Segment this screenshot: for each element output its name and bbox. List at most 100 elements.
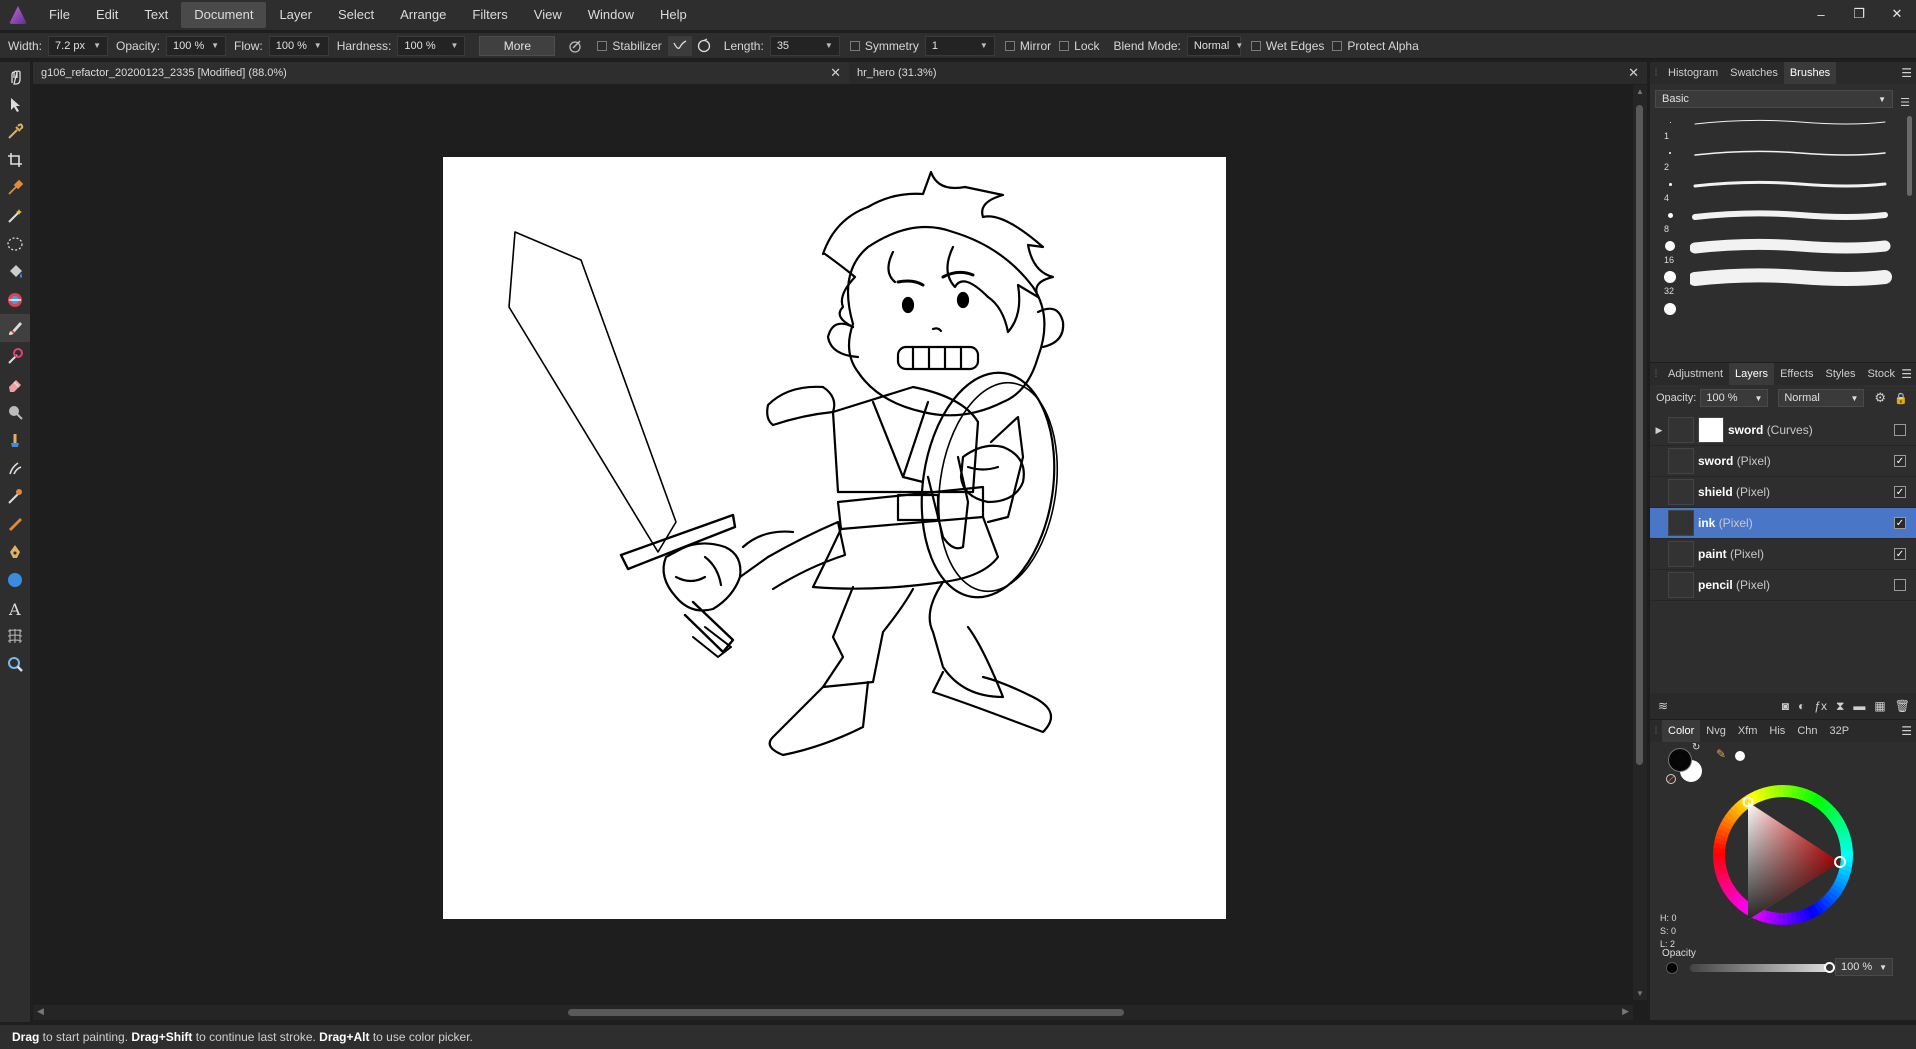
text-tool-button[interactable]: A: [0, 594, 30, 622]
layer-row[interactable]: ink (Pixel) ✓: [1650, 508, 1916, 539]
menu-file[interactable]: File: [36, 2, 83, 28]
scroll-up-icon[interactable]: ▲: [1636, 87, 1644, 96]
scroll-left-icon[interactable]: ◀: [37, 1006, 44, 1017]
tab-history[interactable]: His: [1763, 720, 1791, 742]
layer-blend-select[interactable]: Normal ▼: [1778, 389, 1865, 407]
tab-styles[interactable]: Styles: [1820, 363, 1862, 385]
adjustment-icon[interactable]: ◐: [1798, 699, 1805, 713]
color-picker-tool-button[interactable]: [0, 118, 30, 146]
rope-mode-icon[interactable]: [667, 35, 692, 56]
brush-preset[interactable]: 32: [1650, 268, 1900, 307]
brush-category-select[interactable]: Basic ▼: [1655, 90, 1893, 108]
lock-checkbox[interactable]: [1059, 40, 1070, 51]
panel-menu-icon[interactable]: ☰: [1901, 66, 1912, 80]
document-tab-inactive[interactable]: hr_hero (31.3%) ✕: [849, 62, 1647, 84]
menu-layer[interactable]: Layer: [266, 2, 325, 28]
fx-icon[interactable]: ƒx: [1814, 699, 1827, 713]
symmetry-checkbox[interactable]: [849, 40, 860, 51]
layer-visibility-checkbox[interactable]: [1894, 579, 1906, 591]
color-opacity-slider-knob[interactable]: [1824, 962, 1835, 973]
menu-help[interactable]: Help: [647, 2, 700, 28]
horizontal-scrollbar[interactable]: ◀ ▶: [33, 1005, 1633, 1020]
picked-color-swatch[interactable]: [1735, 751, 1745, 761]
length-field[interactable]: 35 ▼: [769, 35, 840, 56]
menu-arrange[interactable]: Arrange: [387, 2, 459, 28]
move-tool-button[interactable]: [0, 90, 30, 118]
brush-list-scroll-thumb[interactable]: [1907, 116, 1912, 196]
layer-visibility-checkbox[interactable]: ✓: [1894, 517, 1906, 529]
menu-document[interactable]: Document: [181, 2, 267, 28]
scroll-right-icon[interactable]: ▶: [1622, 1006, 1629, 1017]
menu-select[interactable]: Select: [325, 2, 387, 28]
menu-window[interactable]: Window: [575, 2, 647, 28]
magic-wand-tool-button[interactable]: [0, 202, 30, 230]
tab-transform[interactable]: Xfm: [1732, 720, 1764, 742]
layer-visibility-checkbox[interactable]: ✓: [1894, 455, 1906, 467]
mirror-checkbox[interactable]: [1004, 40, 1015, 51]
flow-field[interactable]: 100 % ▼: [268, 35, 329, 56]
lock-icon[interactable]: 🔒: [1894, 392, 1908, 405]
smudge-tool-button[interactable]: [0, 454, 30, 482]
layer-visibility-checkbox[interactable]: ✓: [1894, 548, 1906, 560]
delete-layer-icon[interactable]: 🗑: [1895, 699, 1910, 713]
close-tab-icon[interactable]: ✕: [830, 65, 841, 81]
tab-swatches[interactable]: Swatches: [1724, 62, 1784, 84]
tab-navigator[interactable]: Nvg: [1700, 720, 1732, 742]
brush-panel-menu-icon[interactable]: ☰: [1900, 96, 1910, 109]
width-field[interactable]: 7.2 px ▼: [48, 35, 109, 56]
color-opacity-slider[interactable]: [1690, 964, 1830, 972]
color-wheel[interactable]: [1708, 780, 1858, 930]
opacity-field[interactable]: 100 % ▼: [166, 35, 227, 56]
dodge-tool-button[interactable]: [0, 398, 30, 426]
swap-colors-icon[interactable]: ↻: [1692, 742, 1700, 753]
document-tab-active[interactable]: g106_refactor_20200123_2335 [Modified] (…: [33, 62, 849, 84]
erase-brush-tool-button[interactable]: [0, 370, 30, 398]
tab-brushes[interactable]: Brushes: [1783, 62, 1837, 84]
add-pixel-layer-icon[interactable]: ▦: [1874, 699, 1885, 713]
blend-mode-select[interactable]: Normal ▼: [1186, 35, 1243, 56]
layer-visibility-checkbox[interactable]: [1894, 424, 1906, 436]
crop-tool-button[interactable]: [0, 146, 30, 174]
panel-menu-icon[interactable]: ☰: [1901, 367, 1912, 381]
paint-brush-tool-button[interactable]: [0, 314, 30, 342]
scroll-down-icon[interactable]: ▼: [1636, 989, 1644, 998]
canvas-area[interactable]: [33, 85, 1633, 1000]
tab-histogram[interactable]: Histogram: [1662, 62, 1724, 84]
no-color-icon[interactable]: [1666, 774, 1676, 784]
restore-button[interactable]: ❐: [1840, 0, 1878, 28]
layer-row[interactable]: paint (Pixel) ✓: [1650, 539, 1916, 570]
color-opacity-field[interactable]: 100 % ▼: [1835, 958, 1893, 976]
tab-stock[interactable]: Stock: [1861, 363, 1901, 385]
more-button[interactable]: More: [479, 35, 556, 56]
live-filter-icon[interactable]: ⧗: [1836, 699, 1844, 714]
brush-options-icon[interactable]: [563, 36, 587, 56]
zoom-tool-button[interactable]: [0, 650, 30, 678]
menu-view[interactable]: View: [521, 2, 575, 28]
pen-tool-button[interactable]: [0, 538, 30, 566]
flood-fill-tool-button[interactable]: [0, 258, 30, 286]
mask-icon[interactable]: ◙: [1782, 699, 1789, 713]
layer-row[interactable]: ▶ sword (Curves): [1650, 415, 1916, 446]
menu-text[interactable]: Text: [131, 2, 181, 28]
layer-row[interactable]: sword (Pixel) ✓: [1650, 446, 1916, 477]
gear-icon[interactable]: ⚙: [1874, 390, 1886, 406]
eyedropper-icon[interactable]: ✎: [1716, 747, 1726, 761]
expand-arrow-icon[interactable]: ▶: [1650, 425, 1668, 436]
mesh-warp-tool-button[interactable]: [0, 622, 30, 650]
primary-color-swatch[interactable]: [1668, 748, 1692, 772]
window-mode-icon[interactable]: [692, 36, 716, 56]
menu-filters[interactable]: Filters: [459, 2, 520, 28]
close-window-button[interactable]: ✕: [1878, 0, 1916, 28]
layer-visibility-checkbox[interactable]: ✓: [1894, 486, 1906, 498]
document-canvas[interactable]: [443, 157, 1226, 919]
clone-tool-button[interactable]: [0, 426, 30, 454]
layers-stack-icon[interactable]: ≋: [1658, 699, 1668, 713]
selection-brush-tool-button[interactable]: [0, 174, 30, 202]
tab-effects[interactable]: Effects: [1774, 363, 1819, 385]
layer-row[interactable]: shield (Pixel) ✓: [1650, 477, 1916, 508]
tab-color[interactable]: Color: [1662, 720, 1701, 742]
gradient-tool-button[interactable]: [0, 286, 30, 314]
blemish-tool-button[interactable]: [0, 482, 30, 510]
group-folder-icon[interactable]: ▬: [1853, 699, 1865, 713]
horizontal-scroll-thumb[interactable]: [568, 1009, 1124, 1016]
